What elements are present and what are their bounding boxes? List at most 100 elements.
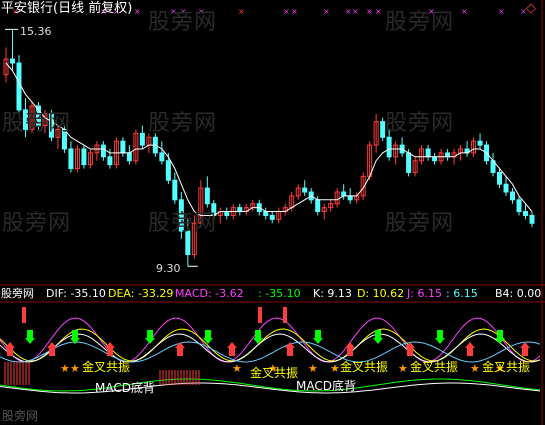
candle-body	[237, 207, 243, 213]
candle-body	[477, 140, 483, 146]
candle-body	[432, 156, 438, 162]
candle-body	[445, 152, 451, 158]
candle-body	[9, 58, 15, 64]
golden-cross-label-5: 金叉共振	[482, 360, 531, 374]
signal-arrow	[287, 348, 293, 356]
signal-arrow	[229, 348, 235, 356]
watermark-1: 股旁网	[148, 10, 218, 35]
bar-signal	[22, 307, 26, 323]
signal-arrow	[107, 348, 113, 356]
watermark-6: 股旁网	[2, 211, 72, 236]
b4-value: B4: 0.00	[495, 287, 542, 300]
star-icon: ★	[232, 362, 242, 375]
watermark-5: 股旁网	[385, 111, 455, 136]
signal-arrow	[437, 330, 443, 338]
candle-body	[204, 187, 210, 205]
j-line	[0, 317, 541, 363]
candle-body	[510, 191, 516, 201]
signal-x-mark: ×	[291, 7, 298, 16]
signal-arrow	[407, 348, 413, 356]
signal-arrow	[467, 348, 473, 356]
golden-cross-label-3: 金叉共振	[340, 360, 389, 374]
price-high-label: 15.36	[20, 25, 52, 38]
candle-body	[341, 191, 347, 197]
golden-cross-label-2: 金叉共振	[250, 366, 299, 380]
candle-body	[16, 62, 22, 111]
candle-body	[406, 152, 412, 173]
candle-body	[81, 148, 87, 166]
signal-x-mark: ×	[238, 7, 245, 16]
golden-cross-label-1: 金叉共振	[82, 360, 131, 374]
candle-body	[269, 214, 275, 220]
bar-signal	[258, 307, 262, 323]
candle-body	[165, 160, 171, 181]
watermark-3: 股旁网	[2, 111, 72, 136]
bar-signal	[283, 307, 287, 323]
signal-x-mark: ×	[498, 7, 505, 16]
golden-cross-label-4: 金叉共振	[410, 360, 459, 374]
watermark-4: 股旁网	[148, 111, 218, 136]
signal-arrowhead	[227, 342, 237, 348]
candlestick-series	[3, 29, 535, 267]
macd-divergence-label-2: MACD底背	[296, 379, 356, 393]
candle-body	[503, 183, 509, 193]
candle-body	[347, 195, 353, 201]
candle-body	[302, 187, 308, 193]
candle-body	[516, 199, 522, 213]
signal-arrow	[347, 348, 353, 356]
signal-arrow	[375, 330, 381, 338]
star-icon: ★	[398, 362, 408, 375]
signal-arrowhead	[70, 338, 80, 344]
star-icon: ★	[70, 362, 80, 375]
signal-arrowhead	[313, 338, 323, 344]
signal-arrow	[177, 348, 183, 356]
candle-body	[425, 148, 431, 158]
extra-value: : -35.10	[258, 287, 301, 300]
signal-arrow	[497, 330, 503, 338]
dea-value: DEA: -33.29	[108, 287, 174, 300]
signal-x-mark: ×	[345, 7, 352, 16]
star-icon: ★	[330, 362, 340, 375]
indicator-pane: ★ ★ ★ ★ ★ ★ ★ ★ ★	[0, 307, 541, 394]
signal-arrowhead	[465, 342, 475, 348]
signal-x-mark: ×	[323, 7, 330, 16]
candle-body	[100, 144, 106, 158]
candle-body	[523, 211, 529, 216]
candle-body	[315, 199, 321, 213]
diamond-icon[interactable]: ◇	[526, 2, 536, 15]
signal-arrowhead	[145, 338, 155, 344]
candle-body	[497, 171, 503, 185]
indicator-source-label: 股旁网	[1, 287, 34, 300]
j-value: J: 6.15	[407, 287, 442, 300]
k-line	[0, 333, 541, 363]
signal-arrow	[255, 330, 261, 338]
signal-x-mark: ×	[352, 7, 359, 16]
candle-body	[159, 152, 165, 162]
signal-arrow	[7, 348, 13, 356]
watermark-8: 股旁网	[385, 211, 455, 236]
candle-body	[126, 152, 132, 162]
footer-watermark: 股旁网	[2, 409, 39, 423]
signal-arrowhead	[435, 338, 445, 344]
dif-value: DIF: -35.10	[46, 287, 106, 300]
signal-arrow	[27, 330, 33, 338]
signal-arrowhead	[345, 342, 355, 348]
signal-x-mark: ×	[461, 7, 468, 16]
macd-value: MACD: -3.62	[175, 287, 244, 300]
signal-arrow	[315, 330, 321, 338]
candle-body	[68, 148, 74, 170]
star-icon: ★	[470, 362, 480, 375]
price-low-label: 9.30	[156, 262, 181, 275]
candle-body	[263, 211, 269, 216]
signal-x-mark: ×	[366, 7, 373, 16]
signal-arrow	[49, 348, 55, 356]
candle-body	[139, 132, 145, 146]
signal-arrow	[205, 330, 211, 338]
signal-x-mark: ×	[283, 7, 290, 16]
candle-body	[172, 179, 178, 201]
candle-body	[529, 214, 535, 224]
candle-body	[386, 136, 392, 158]
macd-divergence-label-1: MACD底背	[95, 381, 155, 395]
d-value: D: 10.62	[357, 287, 405, 300]
candle-body	[224, 211, 230, 216]
